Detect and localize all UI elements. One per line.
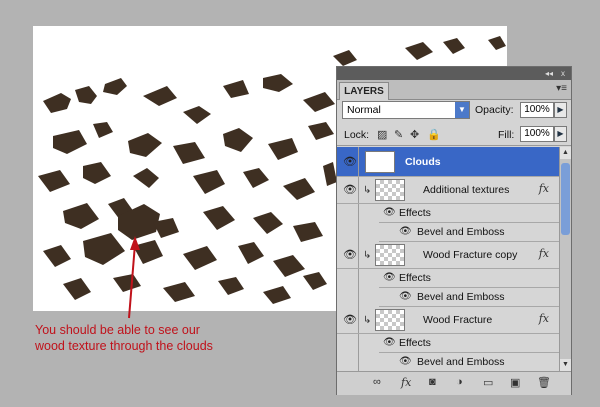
- layer-thumbnail: [375, 309, 405, 331]
- scroll-down-icon[interactable]: ▼: [560, 359, 571, 371]
- eye-icon[interactable]: 👁: [399, 226, 412, 237]
- layer-thumbnail: [375, 179, 405, 201]
- clipping-arrow-icon: ↳: [363, 315, 372, 326]
- layers-list: 👁 Clouds 👁 ↳ Additional textures fx 👁 Ef…: [337, 147, 559, 371]
- fill-slider-button[interactable]: ▶: [554, 126, 567, 142]
- effect-row-bevel[interactable]: 👁 Bevel and Emboss: [337, 288, 559, 307]
- lock-label: Lock:: [344, 129, 370, 141]
- opacity-slider-button[interactable]: ▶: [554, 102, 567, 118]
- layer-name: Wood Fracture copy: [423, 249, 518, 261]
- mask-icon[interactable]: ◙: [429, 376, 436, 388]
- link-icon[interactable]: ∞: [373, 376, 381, 388]
- layer-name: Clouds: [405, 156, 441, 168]
- eye-icon: 👁: [343, 184, 357, 196]
- effect-row-bevel[interactable]: 👁 Bevel and Emboss: [337, 223, 559, 242]
- eye-icon: 👁: [343, 314, 357, 326]
- opacity-input[interactable]: 100%: [520, 102, 554, 118]
- visibility-toggle[interactable]: 👁: [337, 177, 359, 203]
- effects-row[interactable]: 👁 Effects: [337, 334, 559, 353]
- opacity-label: Opacity:: [475, 104, 514, 116]
- layer-row-wood-fracture[interactable]: 👁 ↳ Wood Fracture fx: [337, 307, 559, 334]
- panel-bottom-toolbar: ∞ fx ◙ ◑ ▭ ▣ 🗑: [337, 371, 571, 395]
- panel-menu-icon[interactable]: ▾≡: [556, 83, 567, 94]
- effect-row-bevel[interactable]: 👁 Bevel and Emboss: [337, 353, 559, 371]
- layer-row-clouds[interactable]: 👁 Clouds: [337, 147, 559, 177]
- trash-icon[interactable]: 🗑: [537, 376, 551, 389]
- eye-icon[interactable]: 👁: [399, 356, 412, 367]
- effects-label: Effects: [399, 272, 431, 284]
- adjustment-icon[interactable]: ◑: [456, 376, 463, 388]
- fx-icon[interactable]: fx: [539, 182, 549, 195]
- collapse-icon[interactable]: ◂◂: [545, 67, 553, 80]
- fx-icon[interactable]: fx: [401, 376, 411, 389]
- tab-layers[interactable]: LAYERS: [339, 82, 389, 100]
- eye-icon[interactable]: 👁: [383, 207, 396, 218]
- effect-name: Bevel and Emboss: [417, 226, 505, 238]
- effects-label: Effects: [399, 337, 431, 349]
- fx-icon[interactable]: fx: [539, 312, 549, 325]
- effect-name: Bevel and Emboss: [417, 356, 505, 368]
- folder-icon[interactable]: ▭: [483, 376, 493, 389]
- lock-fill-row: Lock: ▨ ✎ ✥ 🔒 Fill: 100% ▶: [337, 125, 571, 146]
- clipping-arrow-icon: ↳: [363, 250, 372, 261]
- fill-input[interactable]: 100%: [520, 126, 554, 142]
- lock-position-icon[interactable]: ✥: [410, 128, 419, 141]
- chevron-down-icon[interactable]: ▼: [455, 102, 469, 118]
- layer-thumbnail: [375, 244, 405, 266]
- close-icon[interactable]: x: [561, 67, 565, 80]
- blend-opacity-row: Normal ▼ Opacity: 100% ▶: [337, 100, 571, 122]
- effects-row[interactable]: 👁 Effects: [337, 269, 559, 288]
- layers-panel: ◂◂ x LAYERS ▾≡ Normal ▼ Opacity: 100% ▶ …: [336, 66, 572, 395]
- eye-icon: 👁: [343, 249, 357, 261]
- lock-all-icon[interactable]: 🔒: [427, 128, 441, 141]
- blend-mode-value: Normal: [347, 104, 381, 116]
- fx-icon[interactable]: fx: [539, 247, 549, 260]
- layer-name: Additional textures: [423, 184, 510, 196]
- effects-row[interactable]: 👁 Effects: [337, 204, 559, 223]
- layers-scrollbar[interactable]: ▲ ▼: [559, 147, 571, 371]
- visibility-toggle[interactable]: 👁: [337, 307, 359, 333]
- effects-label: Effects: [399, 207, 431, 219]
- scroll-thumb[interactable]: [561, 163, 570, 235]
- layer-row-wood-fracture-copy[interactable]: 👁 ↳ Wood Fracture copy fx: [337, 242, 559, 269]
- panel-titlebar[interactable]: ◂◂ x: [337, 67, 571, 80]
- lock-transparent-icon[interactable]: ▨: [377, 128, 387, 141]
- visibility-toggle[interactable]: 👁: [337, 242, 359, 268]
- layer-thumbnail: [365, 151, 395, 173]
- layer-name: Wood Fracture: [423, 314, 493, 326]
- panel-tabbar: LAYERS ▾≡: [337, 80, 571, 100]
- effect-name: Bevel and Emboss: [417, 291, 505, 303]
- eye-icon[interactable]: 👁: [399, 291, 412, 302]
- eye-icon[interactable]: 👁: [383, 337, 396, 348]
- clipping-arrow-icon: ↳: [363, 185, 372, 196]
- blend-mode-select[interactable]: Normal ▼: [342, 101, 470, 119]
- layer-row-additional-textures[interactable]: 👁 ↳ Additional textures fx: [337, 177, 559, 204]
- new-layer-icon[interactable]: ▣: [510, 376, 520, 389]
- eye-icon: 👁: [343, 156, 357, 168]
- scroll-up-icon[interactable]: ▲: [560, 147, 571, 159]
- fill-label: Fill:: [498, 129, 515, 141]
- visibility-toggle[interactable]: 👁: [337, 147, 359, 176]
- lock-image-icon[interactable]: ✎: [394, 128, 403, 141]
- eye-icon[interactable]: 👁: [383, 272, 396, 283]
